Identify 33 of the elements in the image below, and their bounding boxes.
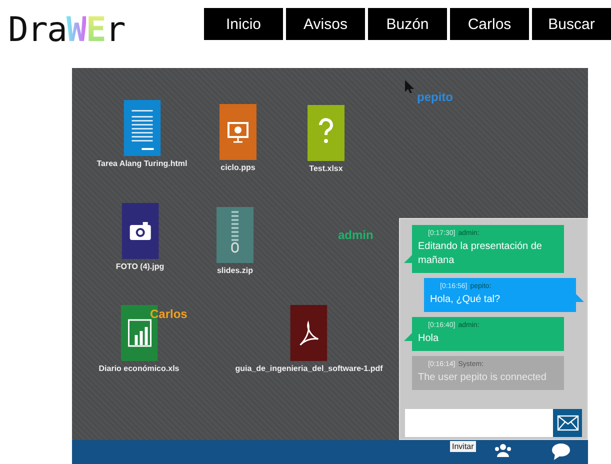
nav-button[interactable]: Inicio xyxy=(204,8,283,40)
nav-button[interactable]: Avisos xyxy=(286,8,365,40)
send-button[interactable] xyxy=(553,409,582,437)
document-icon[interactable] xyxy=(124,100,160,156)
tooltip: Invitar xyxy=(450,441,476,452)
file-name: Test.xlsx xyxy=(309,164,343,173)
bubble-tail xyxy=(576,294,584,302)
pdf-icon[interactable] xyxy=(290,305,328,361)
logo: DraWEr xyxy=(8,10,126,50)
file-name: Tarea Alang Turing.html xyxy=(96,159,188,168)
user-cursor-label: admin xyxy=(338,228,374,242)
file-name: slides.zip xyxy=(216,266,253,275)
nav-button[interactable]: Carlos xyxy=(450,8,529,40)
speech-bubble-icon xyxy=(552,443,570,460)
message-input[interactable] xyxy=(405,409,553,437)
file-name: FOTO (4).jpg xyxy=(116,262,164,271)
zipper-icon[interactable] xyxy=(216,207,254,263)
users-icon xyxy=(494,443,512,459)
users-button[interactable] xyxy=(494,443,512,459)
nav-button[interactable]: Buzón xyxy=(368,8,447,40)
presentation-icon[interactable] xyxy=(220,104,256,160)
chat-button[interactable] xyxy=(552,443,570,460)
user-cursor-label: Carlos xyxy=(150,307,188,321)
bubble-tail xyxy=(404,255,412,263)
camera-icon[interactable] xyxy=(122,203,158,259)
file-name: guia_de_ingenieria_del_software-1.pdf xyxy=(235,364,383,373)
envelope-icon xyxy=(556,415,578,431)
file-name: ciclo.pps xyxy=(220,163,256,172)
file-name: Diario económico.xls xyxy=(98,364,180,373)
question-file-icon[interactable] xyxy=(308,105,344,161)
bubble-tail xyxy=(404,333,412,341)
user-cursor-label: pepito xyxy=(417,90,453,104)
nav-button[interactable]: Buscar xyxy=(532,8,611,40)
